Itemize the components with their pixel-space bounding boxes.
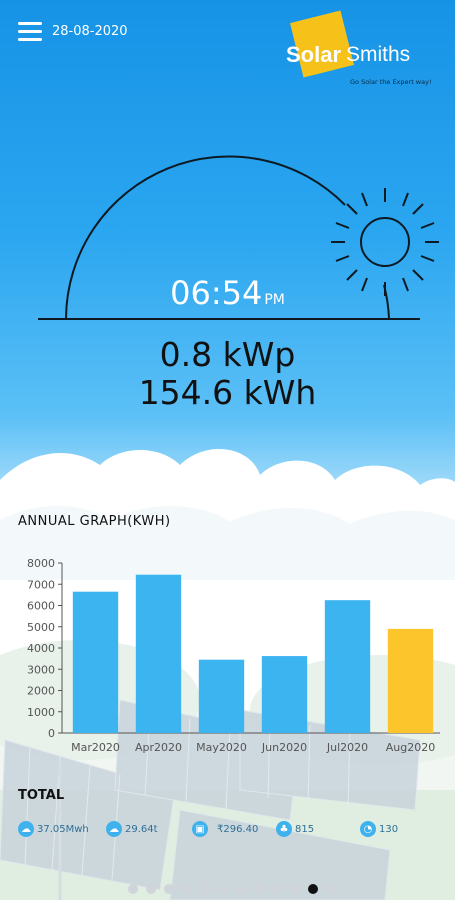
y-tick-label: 4000	[27, 642, 55, 655]
stat-energy: ☁ 37.05Mwh	[18, 820, 89, 838]
bar-aug2020[interactable]	[387, 628, 434, 733]
tree-icon: ♣	[276, 821, 292, 837]
page-dot[interactable]	[128, 884, 138, 894]
stat-co2: ☁ 29.64t	[106, 820, 158, 838]
current-time: 06:54 PM	[0, 274, 455, 312]
bar-apr2020[interactable]	[135, 574, 182, 733]
stat-savings-value: ₹296.40	[217, 823, 259, 835]
stat-energy-value: 37.05Mwh	[37, 823, 89, 835]
x-tick-label: Jul2020	[326, 741, 368, 754]
page-dot[interactable]	[326, 884, 336, 894]
energy-icon: ☁	[18, 821, 34, 837]
x-tick-label: Apr2020	[135, 741, 182, 754]
peak-power-value: 0.8 kWp	[159, 335, 296, 374]
y-tick-label: 0	[48, 727, 55, 740]
energy-value: 154.6 kWh	[138, 373, 317, 412]
page-dot[interactable]	[164, 884, 174, 894]
page-dot[interactable]	[254, 884, 264, 894]
y-tick-label: 8000	[27, 557, 55, 570]
savings-icon: ▣	[192, 821, 208, 837]
bar-may2020[interactable]	[198, 659, 245, 733]
y-tick-label: 3000	[27, 663, 55, 676]
menu-icon[interactable]	[18, 22, 42, 42]
stat-trees: ♣ 815	[276, 820, 314, 838]
co2-cloud-icon: ☁	[106, 821, 122, 837]
y-tick-label: 6000	[27, 600, 55, 613]
total-title: TOTAL	[18, 788, 65, 803]
logo-solar-text: Solar	[286, 42, 342, 67]
bar-jul2020[interactable]	[324, 600, 371, 733]
annual-bar-chart: 0 1000 2000 3000 4000 5000 6000 7000 8000 Mar202…	[27, 557, 440, 754]
page-indicator	[0, 884, 455, 896]
page-dot[interactable]	[218, 884, 228, 894]
x-tick-label: Jun2020	[261, 741, 307, 754]
power-readout: 0.8 kWp 154.6 kWh	[0, 336, 455, 412]
stat-co2-value: 29.64t	[125, 823, 158, 835]
y-tick-label: 2000	[27, 685, 55, 698]
stat-savings: ▣ ₹296.40	[192, 820, 258, 838]
y-tick-label: 1000	[27, 706, 55, 719]
gauge-icon: ◔	[360, 821, 376, 837]
x-tick-label: Mar2020	[71, 741, 120, 754]
y-tick-label: 7000	[27, 578, 55, 591]
time-ampm: PM	[264, 292, 285, 308]
page-dot[interactable]	[290, 884, 300, 894]
stat-gauge-value: 130	[379, 823, 399, 835]
x-tick-label: Aug2020	[386, 741, 435, 754]
page-dot[interactable]	[146, 884, 156, 894]
page-dot[interactable]	[200, 884, 210, 894]
page-dot[interactable]	[182, 884, 192, 894]
page-dot[interactable]	[236, 884, 246, 894]
y-tick-label: 5000	[27, 621, 55, 634]
x-tick-label: May2020	[196, 741, 247, 754]
current-date: 28-08-2020	[52, 24, 128, 39]
stat-trees-value: 815	[295, 823, 315, 835]
logo-smiths-text: Smiths	[346, 43, 411, 66]
logo-tagline: Go Solar the Expert way!	[350, 78, 432, 86]
annual-graph-title: ANNUAL GRAPH(KWH)	[18, 514, 171, 529]
time-value: 06:54	[170, 274, 263, 312]
bar-jun2020[interactable]	[261, 656, 308, 733]
page-dot[interactable]	[308, 884, 318, 894]
solarsmiths-logo: Solar Smiths Go Solar the Expert way!	[282, 10, 452, 98]
total-stats: ☁ 37.05Mwh ☁ 29.64t ▣ ₹296.40 ♣ 815 ◔ 13…	[0, 820, 455, 840]
bar-mar2020[interactable]	[72, 591, 119, 733]
stat-gauge: ◔ 130	[360, 820, 398, 838]
page-dot[interactable]	[272, 884, 282, 894]
